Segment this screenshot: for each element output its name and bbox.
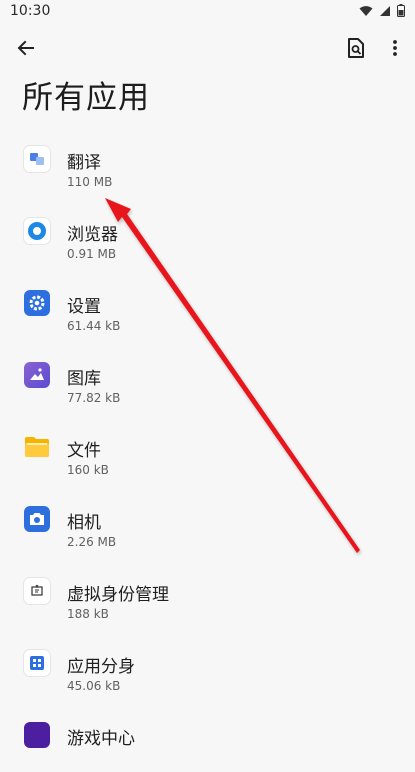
- app-name: 应用分身: [67, 657, 135, 677]
- app-name: 设置: [67, 297, 101, 317]
- app-clone-icon: [24, 650, 50, 676]
- battery-icon: [397, 4, 405, 17]
- arrow-left-icon: [17, 40, 34, 56]
- app-name: 文件: [67, 441, 101, 461]
- camera-icon: [24, 506, 50, 532]
- back-button[interactable]: [8, 30, 44, 66]
- app-list: 翻译 110 MB 浏览器 0.91 MB 设置 61.44 kB 图库 77.…: [0, 124, 415, 772]
- app-name: 翻译: [67, 153, 101, 173]
- app-name: 相机: [67, 513, 101, 533]
- virtual-identity-icon: [24, 578, 50, 604]
- search-button[interactable]: [338, 30, 374, 66]
- app-size: 2.26 MB: [67, 535, 117, 549]
- app-name: 图库: [67, 369, 101, 389]
- app-name: 虚拟身份管理: [67, 585, 169, 605]
- status-time: 10:30: [10, 3, 51, 19]
- settings-gear-icon: [24, 290, 50, 316]
- translate-icon: [24, 146, 50, 172]
- status-bar: 10:30: [0, 0, 415, 24]
- app-size: 188 kB: [67, 607, 109, 621]
- page-title: 所有应用: [22, 80, 150, 116]
- app-size: 0.91 MB: [67, 247, 117, 261]
- app-row-browser[interactable]: 浏览器 0.91 MB: [0, 196, 415, 268]
- more-options-button[interactable]: [377, 30, 413, 66]
- app-size: 45.06 kB: [67, 679, 121, 693]
- app-name: 游戏中心: [67, 729, 135, 749]
- app-size: 110 MB: [67, 175, 113, 189]
- app-size: 61.44 kB: [67, 319, 121, 333]
- more-vertical-icon: [393, 40, 397, 56]
- app-name: 浏览器: [67, 225, 118, 245]
- app-row-files[interactable]: 文件 160 kB: [0, 412, 415, 484]
- app-row-camera[interactable]: 相机 2.26 MB: [0, 484, 415, 556]
- signal-icon: [380, 5, 390, 16]
- wifi-icon: [359, 5, 373, 16]
- app-size: 77.82 kB: [67, 391, 121, 405]
- app-row-app-clone[interactable]: 应用分身 45.06 kB: [0, 628, 415, 700]
- app-row-gallery[interactable]: 图库 77.82 kB: [0, 340, 415, 412]
- toolbar: [0, 30, 415, 70]
- search-document-icon: [348, 38, 364, 58]
- gallery-icon: [24, 362, 50, 388]
- browser-icon: [24, 218, 50, 244]
- app-row-game-center[interactable]: 游戏中心: [0, 700, 415, 772]
- game-center-icon: [24, 722, 50, 748]
- folder-icon: [24, 434, 50, 460]
- app-row-settings[interactable]: 设置 61.44 kB: [0, 268, 415, 340]
- status-icons: [359, 4, 405, 17]
- app-row-virtual-identity[interactable]: 虚拟身份管理 188 kB: [0, 556, 415, 628]
- app-row-translate[interactable]: 翻译 110 MB: [0, 124, 415, 196]
- app-size: 160 kB: [67, 463, 109, 477]
